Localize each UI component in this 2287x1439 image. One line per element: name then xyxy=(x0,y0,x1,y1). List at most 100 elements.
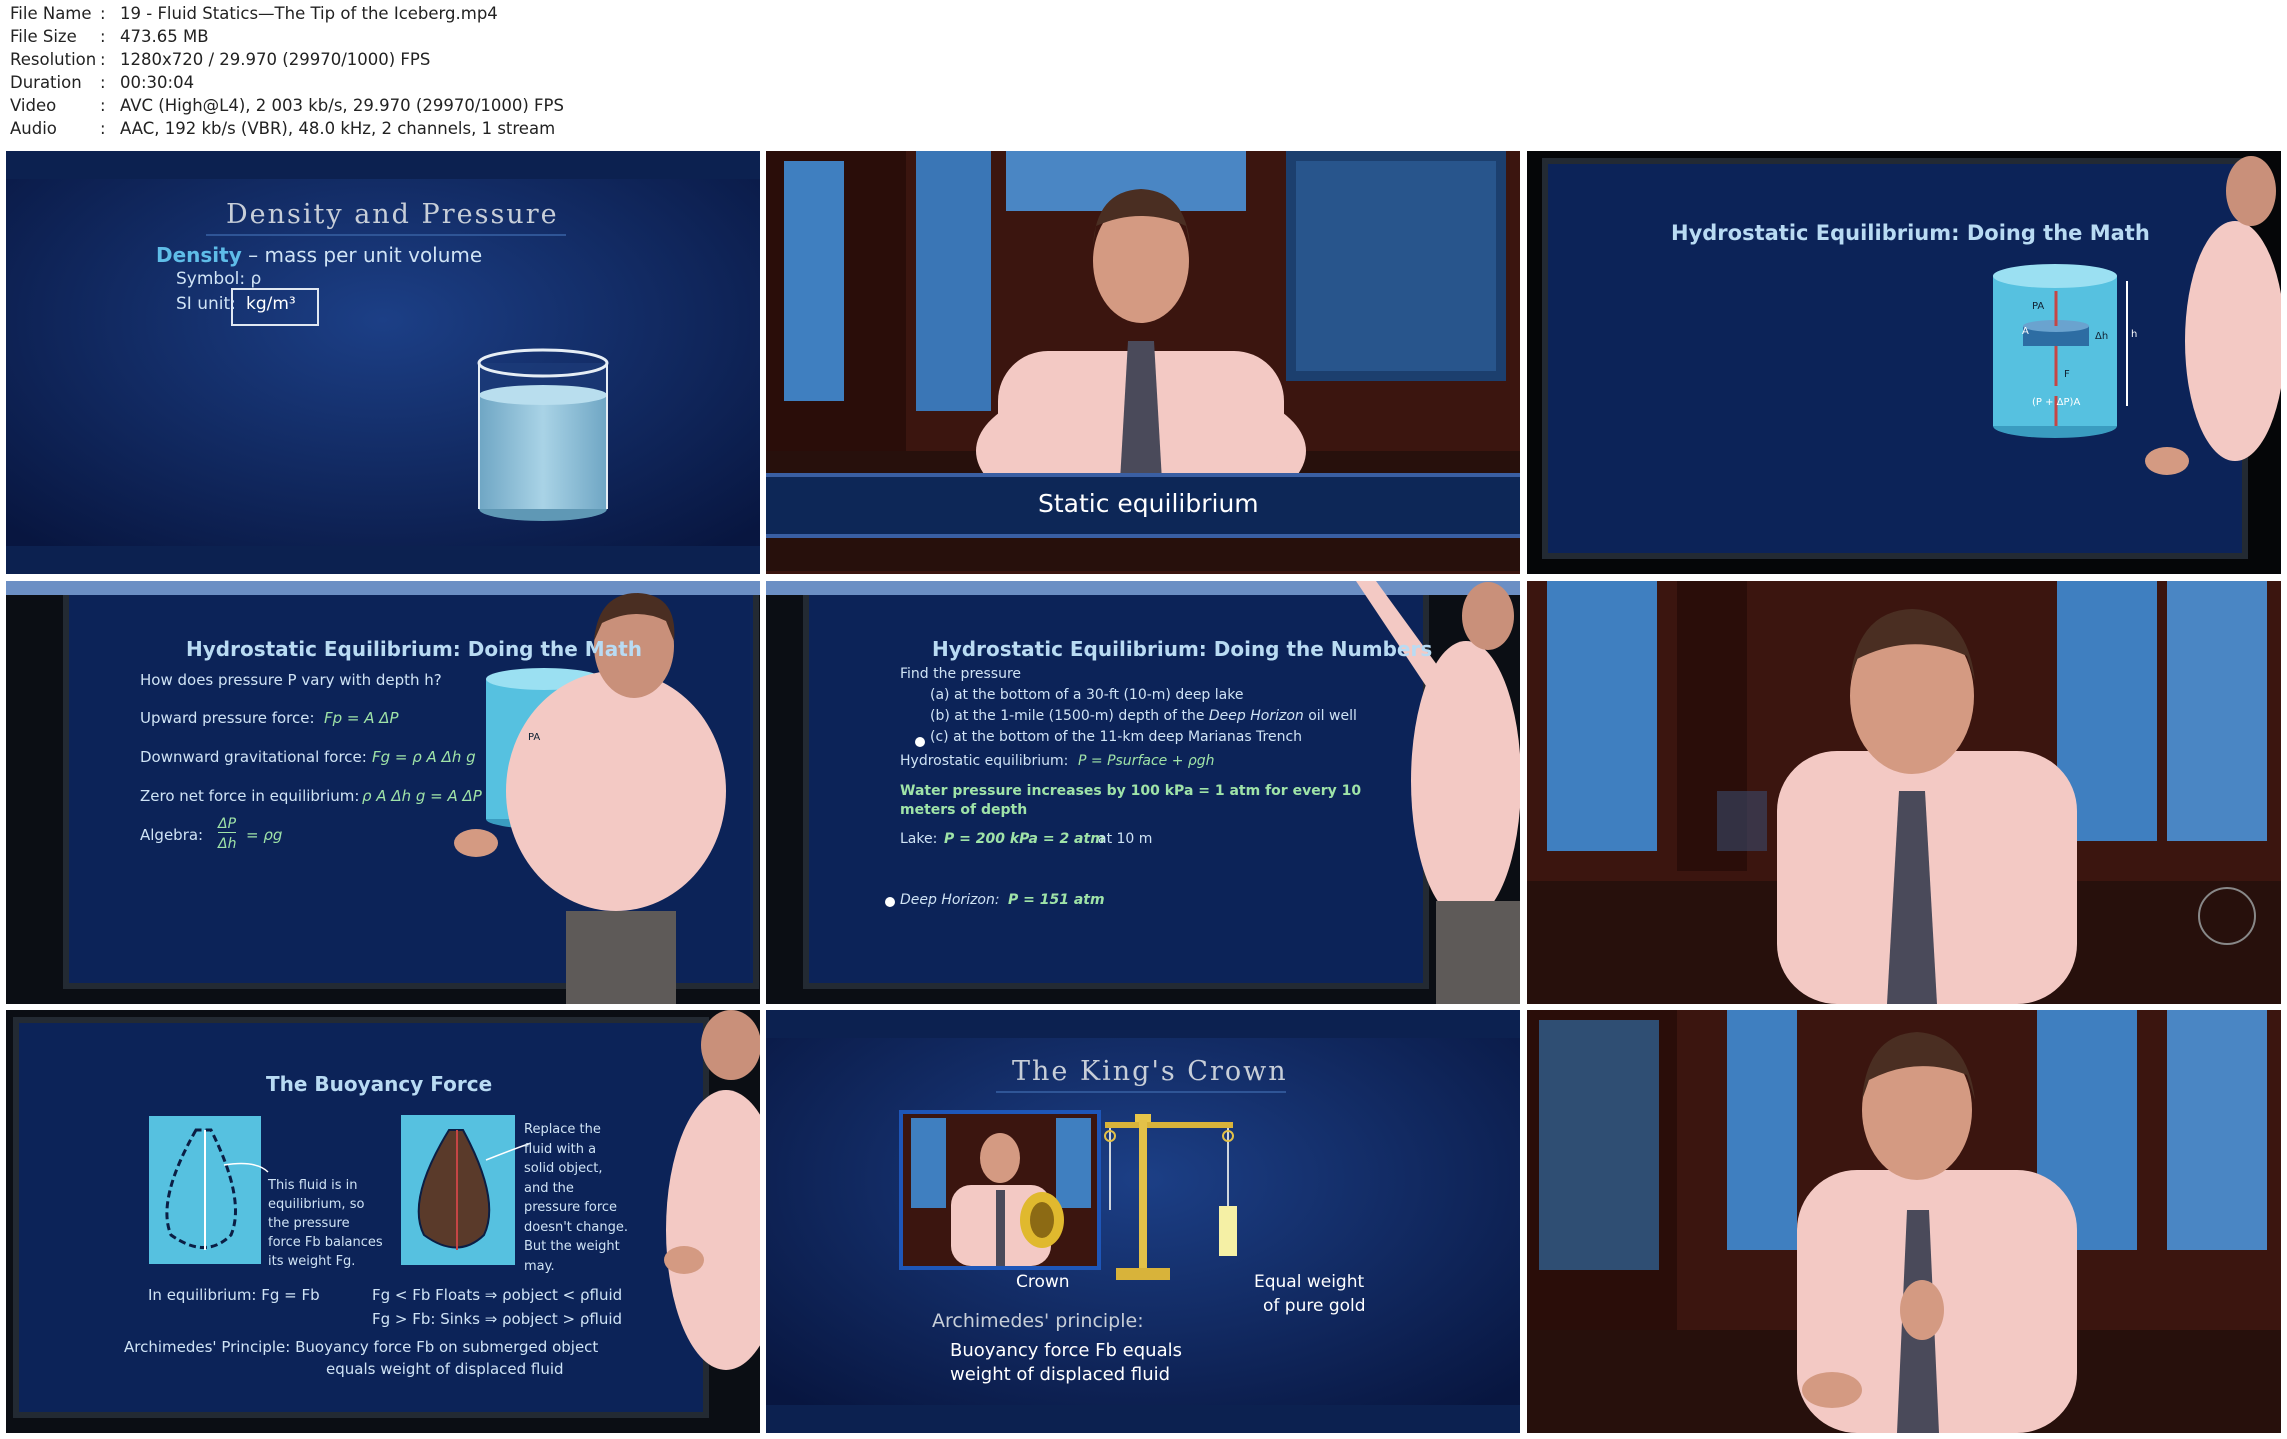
label-bottom: (P + ΔP)A xyxy=(2032,397,2081,408)
label-dh: Δh xyxy=(2095,331,2109,342)
equation-value: Fg = ρ A Δh g xyxy=(372,748,476,766)
beaker-icon xyxy=(477,348,609,521)
item-c: (c) at the bottom of the 11-km deep Mari… xyxy=(930,729,1303,745)
slide-title: Hydrostatic Equilibrium: Doing the Math xyxy=(186,637,642,661)
crown-icon xyxy=(1020,1192,1064,1248)
density-text: – mass per unit volume xyxy=(241,243,483,267)
equation-value: Fp = A ΔP xyxy=(324,709,399,727)
thumbnail-presenter-closeup[interactable] xyxy=(1527,581,2281,1004)
file-info-row: File Size:473.65 MB xyxy=(10,27,209,46)
fraction-numerator: ΔP xyxy=(218,816,237,833)
slide-title: Density and Pressure xyxy=(226,199,559,230)
slide-title: The King's Crown xyxy=(1012,1056,1288,1087)
label-pa: PA xyxy=(528,732,541,743)
note-line: the pressure xyxy=(268,1216,350,1231)
crown-label: Crown xyxy=(1016,1272,1070,1292)
question-line: How does pressure P vary with depth h? xyxy=(140,671,442,689)
note-line: its weight Fg. xyxy=(268,1254,356,1269)
item-b-italic: Deep Horizon xyxy=(1208,708,1304,724)
water-line: Water pressure increases by 100 kPa = 1 … xyxy=(900,783,1362,799)
label-a: A xyxy=(2022,326,2029,337)
cylinder-icon xyxy=(1993,264,2128,438)
equation-label: Zero net force in equilibrium: xyxy=(140,787,360,805)
note-line: pressure force xyxy=(524,1200,618,1215)
info-label: Duration xyxy=(10,73,82,92)
label-f: F xyxy=(2064,369,2070,380)
lake-label: Lake: xyxy=(900,831,938,847)
slide-title: Hydrostatic Equilibrium: Doing the Numbe… xyxy=(932,637,1433,661)
density-term: Density xyxy=(156,243,242,267)
info-label: File Name xyxy=(10,4,92,23)
equation-label: Upward pressure force: xyxy=(140,709,315,727)
note-line: This fluid is in xyxy=(268,1178,358,1193)
info-value: 473.65 MB xyxy=(120,27,209,46)
note-line: equilibrium, so xyxy=(268,1197,365,1212)
item-b-text: oil well xyxy=(1303,708,1357,724)
si-unit-label: SI unit: xyxy=(176,294,236,314)
solid-object-tank-icon xyxy=(401,1115,515,1265)
archimedes-line: Archimedes' Principle: Buoyancy force Fb… xyxy=(124,1338,599,1356)
item-b: (b) at the 1-mile (1500-m) depth of the … xyxy=(930,708,1357,724)
slide-title: The Buoyancy Force xyxy=(266,1072,493,1096)
principle-line: Buoyancy force Fb equals xyxy=(950,1340,1182,1361)
info-value: 1280x720 / 29.970 (29970/1000) FPS xyxy=(120,50,431,69)
find-line: Find the pressure xyxy=(900,666,1022,682)
caption-bar: Static equilibrium xyxy=(1038,489,1259,518)
archimedes-line: equals weight of displaced fluid xyxy=(326,1360,564,1378)
file-info-row: Video: AVC (High@L4), 2 003 kb/s, 29.970 … xyxy=(10,96,564,115)
video-inset xyxy=(899,1110,1101,1270)
gold-bar-icon xyxy=(1219,1206,1237,1256)
thumbnail-buoyancy-force[interactable]: The Buoyancy Force This fluid is in equi… xyxy=(6,1010,760,1433)
note-line: doesn't change. xyxy=(524,1219,628,1235)
label-pa: PA xyxy=(2032,301,2045,312)
file-info-row: Audio: AAC, 192 kb/s (VBR), 48.0 kHz, 2 c… xyxy=(10,119,556,138)
thumbnail-hydrostatic-numbers[interactable]: Hydrostatic Equilibrium: Doing the Numbe… xyxy=(766,581,1520,1004)
info-label: Resolution xyxy=(10,50,97,69)
lake-post: at 10 m xyxy=(1098,831,1153,847)
file-info-header: File Name:19 - Fluid Statics—The Tip of … xyxy=(0,0,2287,148)
file-info-row: Resolution:1280x720 / 29.970 (29970/1000… xyxy=(10,50,431,69)
equation-label: Algebra: xyxy=(140,826,204,844)
fraction-denominator: Δh xyxy=(218,836,237,852)
gold-label: Equal weight xyxy=(1254,1272,1365,1292)
file-info-row: Duration:00:30:04 xyxy=(10,73,195,92)
note-line: But the weight xyxy=(524,1239,620,1254)
presenter-scene xyxy=(1527,1010,2281,1433)
item-a: (a) at the bottom of a 30-ft (10-m) deep… xyxy=(930,687,1244,703)
equation-value: P = Psurface + ρgh xyxy=(1078,753,1215,769)
info-value: 00:30:04 xyxy=(120,73,195,92)
thumbnail-kings-crown[interactable]: The King's Crown Crown Equal weight of p… xyxy=(766,1010,1520,1433)
water-line: meters of depth xyxy=(900,802,1028,818)
deep-horizon-value: P = 151 atm xyxy=(1008,892,1105,908)
density-definition: Density – mass per unit volume xyxy=(156,243,482,267)
si-unit-value: kg/m³ xyxy=(246,294,296,314)
thumbnail-presenter-gesture[interactable] xyxy=(1527,1010,2281,1433)
floats-line: Fg < Fb Floats ⇒ ρobject < ρfluid xyxy=(372,1286,623,1304)
gold-label: of pure gold xyxy=(1263,1296,1366,1316)
note-line: may. xyxy=(524,1258,555,1274)
info-label: Audio xyxy=(10,119,57,138)
equation-label: Downward gravitational force: xyxy=(140,748,367,766)
thumbnail-grid: Density and Pressure Density – mass per … xyxy=(0,148,2287,1439)
note-solid: Replace the fluid with a solid object, a… xyxy=(524,1120,654,1276)
thumbnail-static-equilibrium[interactable]: Static equilibrium xyxy=(766,151,1520,574)
info-label: File Size xyxy=(10,27,77,46)
symbol-line: Symbol: ρ xyxy=(176,269,262,289)
equation-value: = ρg xyxy=(246,826,283,844)
info-value: 19 - Fluid Statics—The Tip of the Iceber… xyxy=(120,4,498,23)
lake-value: P = 200 kPa = 2 atm xyxy=(944,831,1105,847)
equation-label: Hydrostatic equilibrium: xyxy=(900,753,1069,769)
thumbnail-hydrostatic-math-equations[interactable]: Hydrostatic Equilibrium: Doing the Math … xyxy=(6,581,760,1004)
slide-title: Hydrostatic Equilibrium: Doing the Math xyxy=(1671,221,2150,245)
principle-heading: Archimedes' principle: xyxy=(932,1310,1144,1332)
info-value: AVC (High@L4), 2 003 kb/s, 29.970 (29970… xyxy=(120,96,564,115)
note-fluid: This fluid is in equilibrium, so the pre… xyxy=(268,1176,398,1271)
thumbnail-hydrostatic-math-diagram[interactable]: Hydrostatic Equilibrium: Doing the Math … xyxy=(1527,151,2281,574)
info-label: Video xyxy=(10,96,57,115)
note-line: force Fb balances xyxy=(268,1235,383,1250)
thumbnail-density-pressure[interactable]: Density and Pressure Density – mass per … xyxy=(6,151,760,574)
fluid-tank-icon xyxy=(147,1114,263,1266)
sinks-line: Fg > Fb: Sinks ⇒ ρobject > ρfluid xyxy=(372,1310,623,1328)
equilibrium-line: In equilibrium: Fg = Fb xyxy=(148,1286,320,1304)
label-h: h xyxy=(2131,329,2138,340)
